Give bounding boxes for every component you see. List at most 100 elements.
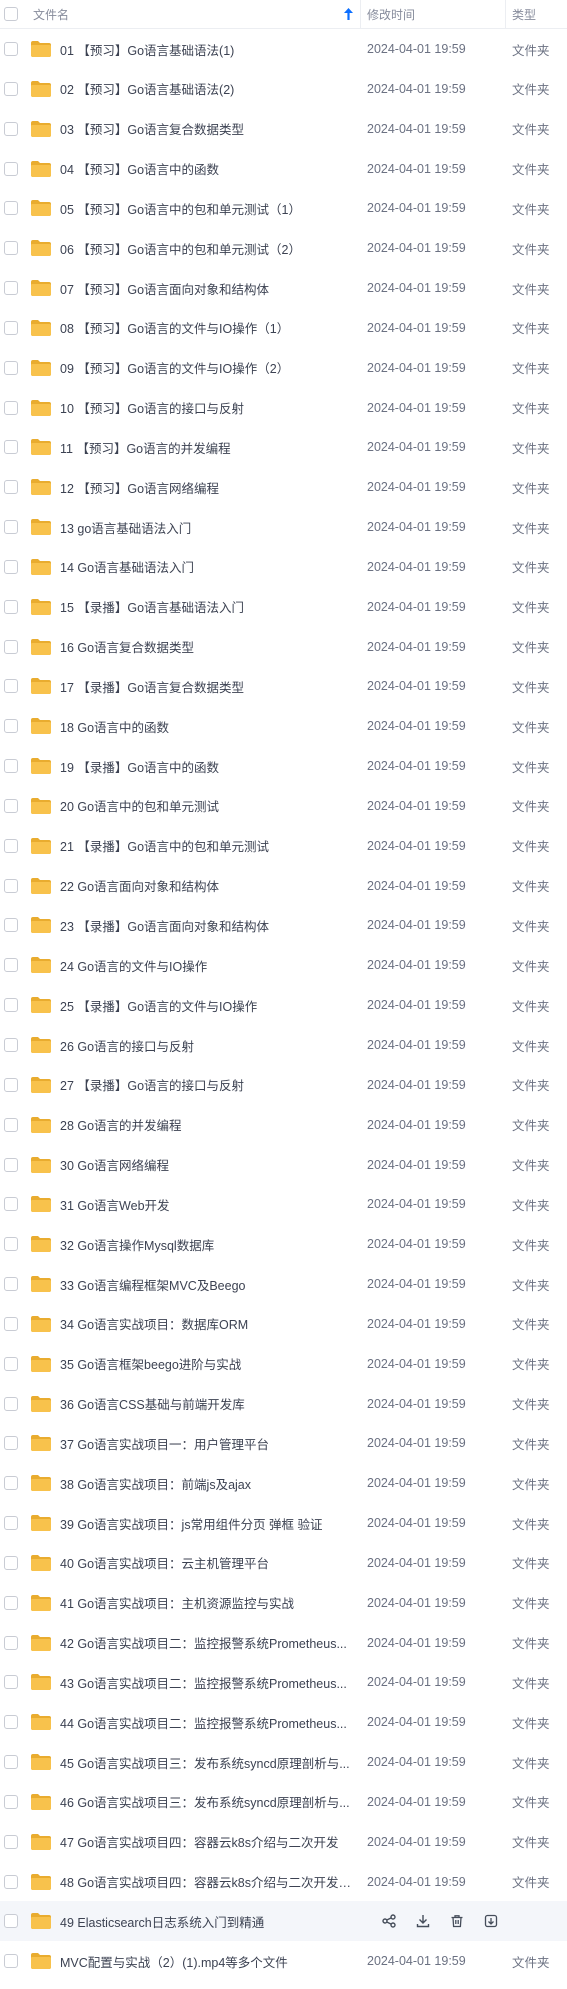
file-row[interactable]: 26 Go语言的接口与反射 2024-04-01 19:59 文件夹 xyxy=(0,1025,567,1065)
row-checkbox[interactable] xyxy=(4,1874,18,1889)
file-name[interactable]: 06 【预习】Go语言中的包和单元测试（2） xyxy=(60,239,361,258)
file-row[interactable]: 17 【录播】Go语言复合数据类型 2024-04-01 19:59 文件夹 xyxy=(0,666,567,706)
file-row[interactable]: 49 Elasticsearch日志系统入门到精通 xyxy=(0,1901,567,1942)
file-name[interactable]: 43 Go语言实战项目二：监控报警系统Prometheus... xyxy=(60,1673,361,1692)
file-row[interactable]: 27 【录播】Go语言的接口与反射 2024-04-01 19:59 文件夹 xyxy=(0,1065,567,1105)
file-row[interactable]: 32 Go语言操作Mysql数据库 2024-04-01 19:59 文件夹 xyxy=(0,1224,567,1264)
row-checkbox[interactable] xyxy=(4,480,18,495)
file-row[interactable]: 40 Go语言实战项目：云主机管理平台 2024-04-01 19:59 文件夹 xyxy=(0,1543,567,1583)
row-checkbox[interactable] xyxy=(4,918,18,933)
file-name[interactable]: 33 Go语言编程框架MVC及Beego xyxy=(60,1275,361,1294)
file-row[interactable]: MVC配置与实战（2）(1).mp4等多个文件 2024-04-01 19:59 文… xyxy=(0,1941,567,1981)
download-icon[interactable] xyxy=(415,1913,431,1929)
file-name[interactable]: 32 Go语言操作Mysql数据库 xyxy=(60,1235,361,1254)
column-header-type[interactable]: 类型 xyxy=(506,0,567,28)
file-row[interactable]: 36 Go语言CSS基础与前端开发库 2024-04-01 19:59 文件夹 xyxy=(0,1384,567,1424)
file-row[interactable]: 39 Go语言实战项目：js常用组件分页 弹框 验证 2024-04-01 19:… xyxy=(0,1503,567,1543)
file-row[interactable]: 09 【预习】Go语言的文件与IO操作（2） 2024-04-01 19:59 文件… xyxy=(0,348,567,388)
file-name[interactable]: 21 【录播】Go语言中的包和单元测试 xyxy=(60,836,361,855)
file-name[interactable]: 26 Go语言的接口与反射 xyxy=(60,1036,361,1055)
row-checkbox[interactable] xyxy=(4,440,18,455)
file-name[interactable]: 47 Go语言实战项目四：容器云k8s介绍与二次开发 xyxy=(60,1832,361,1851)
file-name[interactable]: 15 【录播】Go语言基础语法入门 xyxy=(60,597,361,616)
file-name[interactable]: 14 Go语言基础语法入门 xyxy=(60,557,361,576)
row-checkbox[interactable] xyxy=(4,320,18,335)
file-row[interactable]: 21 【录播】Go语言中的包和单元测试 2024-04-01 19:59 文件夹 xyxy=(0,826,567,866)
row-checkbox[interactable] xyxy=(4,719,18,734)
file-name[interactable]: 04 【预习】Go语言中的函数 xyxy=(60,159,361,178)
column-header-time[interactable]: 修改时间 xyxy=(361,0,506,28)
row-checkbox[interactable] xyxy=(4,559,18,574)
file-name[interactable]: 30 Go语言网络编程 xyxy=(60,1155,361,1174)
file-name[interactable]: 44 Go语言实战项目二：监控报警系统Prometheus... xyxy=(60,1713,361,1732)
file-row[interactable]: 15 【录播】Go语言基础语法入门 2024-04-01 19:59 文件夹 xyxy=(0,587,567,627)
file-row[interactable]: 11 【预习】Go语言的并发编程 2024-04-01 19:59 文件夹 xyxy=(0,427,567,467)
file-name[interactable]: 01 【预习】Go语言基础语法(1) xyxy=(60,40,361,59)
file-row[interactable]: 16 Go语言复合数据类型 2024-04-01 19:59 文件夹 xyxy=(0,627,567,667)
file-name[interactable]: 39 Go语言实战项目：js常用组件分页 弹框 验证 xyxy=(60,1514,361,1533)
file-row[interactable]: 37 Go语言实战项目一：用户管理平台 2024-04-01 19:59 文件夹 xyxy=(0,1423,567,1463)
row-checkbox[interactable] xyxy=(4,1237,18,1252)
row-checkbox[interactable] xyxy=(4,639,18,654)
file-row[interactable]: 04 【预习】Go语言中的函数 2024-04-01 19:59 文件夹 xyxy=(0,149,567,189)
row-checkbox[interactable] xyxy=(4,998,18,1013)
file-row[interactable]: 45 Go语言实战项目三：发布系统syncd原理剖析与... 2024-04-01… xyxy=(0,1742,567,1782)
row-checkbox[interactable] xyxy=(4,201,18,216)
file-row[interactable]: 06 【预习】Go语言中的包和单元测试（2） 2024-04-01 19:59 文件… xyxy=(0,228,567,268)
row-checkbox[interactable] xyxy=(4,42,18,56)
row-checkbox[interactable] xyxy=(4,1675,18,1690)
file-row[interactable]: 08 【预习】Go语言的文件与IO操作（1） 2024-04-01 19:59 文件… xyxy=(0,308,567,348)
file-name[interactable]: 09 【预习】Go语言的文件与IO操作（2） xyxy=(60,358,361,377)
row-checkbox[interactable] xyxy=(4,161,18,176)
select-all-checkbox[interactable] xyxy=(4,7,18,21)
file-name[interactable]: 25 【录播】Go语言的文件与IO操作 xyxy=(60,996,361,1015)
file-row[interactable]: 33 Go语言编程框架MVC及Beego 2024-04-01 19:59 文件夹 xyxy=(0,1264,567,1304)
row-checkbox[interactable] xyxy=(4,798,18,813)
file-row[interactable]: 03 【预习】Go语言复合数据类型 2024-04-01 19:59 文件夹 xyxy=(0,109,567,149)
row-checkbox[interactable] xyxy=(4,1356,18,1371)
row-checkbox[interactable] xyxy=(4,1117,18,1132)
file-name[interactable]: 08 【预习】Go语言的文件与IO操作（1） xyxy=(60,318,361,337)
file-row[interactable]: 18 Go语言中的函数 2024-04-01 19:59 文件夹 xyxy=(0,706,567,746)
row-checkbox[interactable] xyxy=(4,1038,18,1052)
share-icon[interactable] xyxy=(381,1913,397,1929)
row-checkbox[interactable] xyxy=(4,1555,18,1570)
file-row[interactable]: 12 【预习】Go语言网络编程 2024-04-01 19:59 文件夹 xyxy=(0,467,567,507)
file-name[interactable]: 36 Go语言CSS基础与前端开发库 xyxy=(60,1394,361,1413)
file-row[interactable]: 38 Go语言实战项目：前端js及ajax 2024-04-01 19:59 文件夹 xyxy=(0,1463,567,1503)
file-row[interactable]: 14 Go语言基础语法入门 2024-04-01 19:59 文件夹 xyxy=(0,547,567,587)
file-row[interactable]: 05 【预习】Go语言中的包和单元测试（1） 2024-04-01 19:59 文件… xyxy=(0,188,567,228)
file-row[interactable]: 01 【预习】Go语言基础语法(1) 2024-04-01 19:59 文件夹 xyxy=(0,29,567,69)
row-checkbox[interactable] xyxy=(4,958,18,973)
row-checkbox[interactable] xyxy=(4,1715,18,1730)
row-checkbox[interactable] xyxy=(4,599,18,614)
file-name[interactable]: 07 【预习】Go语言面向对象和结构体 xyxy=(60,279,361,298)
file-name[interactable]: 42 Go语言实战项目二：监控报警系统Prometheus... xyxy=(60,1633,361,1652)
file-row[interactable]: 28 Go语言的并发编程 2024-04-01 19:59 文件夹 xyxy=(0,1105,567,1145)
file-row[interactable]: 34 Go语言实战项目：数据库ORM 2024-04-01 19:59 文件夹 xyxy=(0,1304,567,1344)
file-row[interactable]: 41 Go语言实战项目：主机资源监控与实战 2024-04-01 19:59 文件夹 xyxy=(0,1583,567,1623)
file-row[interactable]: 13 go语言基础语法入门 2024-04-01 19:59 文件夹 xyxy=(0,507,567,547)
more-icon[interactable] xyxy=(483,1913,499,1929)
row-checkbox[interactable] xyxy=(4,241,18,256)
file-name[interactable]: 31 Go语言Web开发 xyxy=(60,1195,361,1214)
file-name[interactable]: 38 Go语言实战项目：前端js及ajax xyxy=(60,1474,361,1493)
file-name[interactable]: 23 【录播】Go语言面向对象和结构体 xyxy=(60,916,361,935)
row-checkbox[interactable] xyxy=(4,1914,18,1929)
delete-icon[interactable] xyxy=(449,1913,465,1929)
file-name[interactable]: 02 【预习】Go语言基础语法(2) xyxy=(60,79,361,98)
row-checkbox[interactable] xyxy=(4,1954,18,1969)
row-checkbox[interactable] xyxy=(4,1516,18,1531)
file-name[interactable]: 11 【预习】Go语言的并发编程 xyxy=(60,438,361,457)
file-name[interactable]: 12 【预习】Go语言网络编程 xyxy=(60,478,361,497)
file-name[interactable]: 49 Elasticsearch日志系统入门到精通 xyxy=(60,1912,361,1931)
row-checkbox[interactable] xyxy=(4,1635,18,1650)
file-name[interactable]: 16 Go语言复合数据类型 xyxy=(60,637,361,656)
row-checkbox[interactable] xyxy=(4,1396,18,1411)
file-row[interactable]: 10 【预习】Go语言的接口与反射 2024-04-01 19:59 文件夹 xyxy=(0,388,567,428)
file-name[interactable]: 37 Go语言实战项目一：用户管理平台 xyxy=(60,1434,361,1453)
file-name[interactable]: 27 【录播】Go语言的接口与反射 xyxy=(60,1075,361,1094)
file-row[interactable]: 02 【预习】Go语言基础语法(2) 2024-04-01 19:59 文件夹 xyxy=(0,69,567,109)
row-checkbox[interactable] xyxy=(4,360,18,375)
file-name[interactable]: 20 Go语言中的包和单元测试 xyxy=(60,796,361,815)
